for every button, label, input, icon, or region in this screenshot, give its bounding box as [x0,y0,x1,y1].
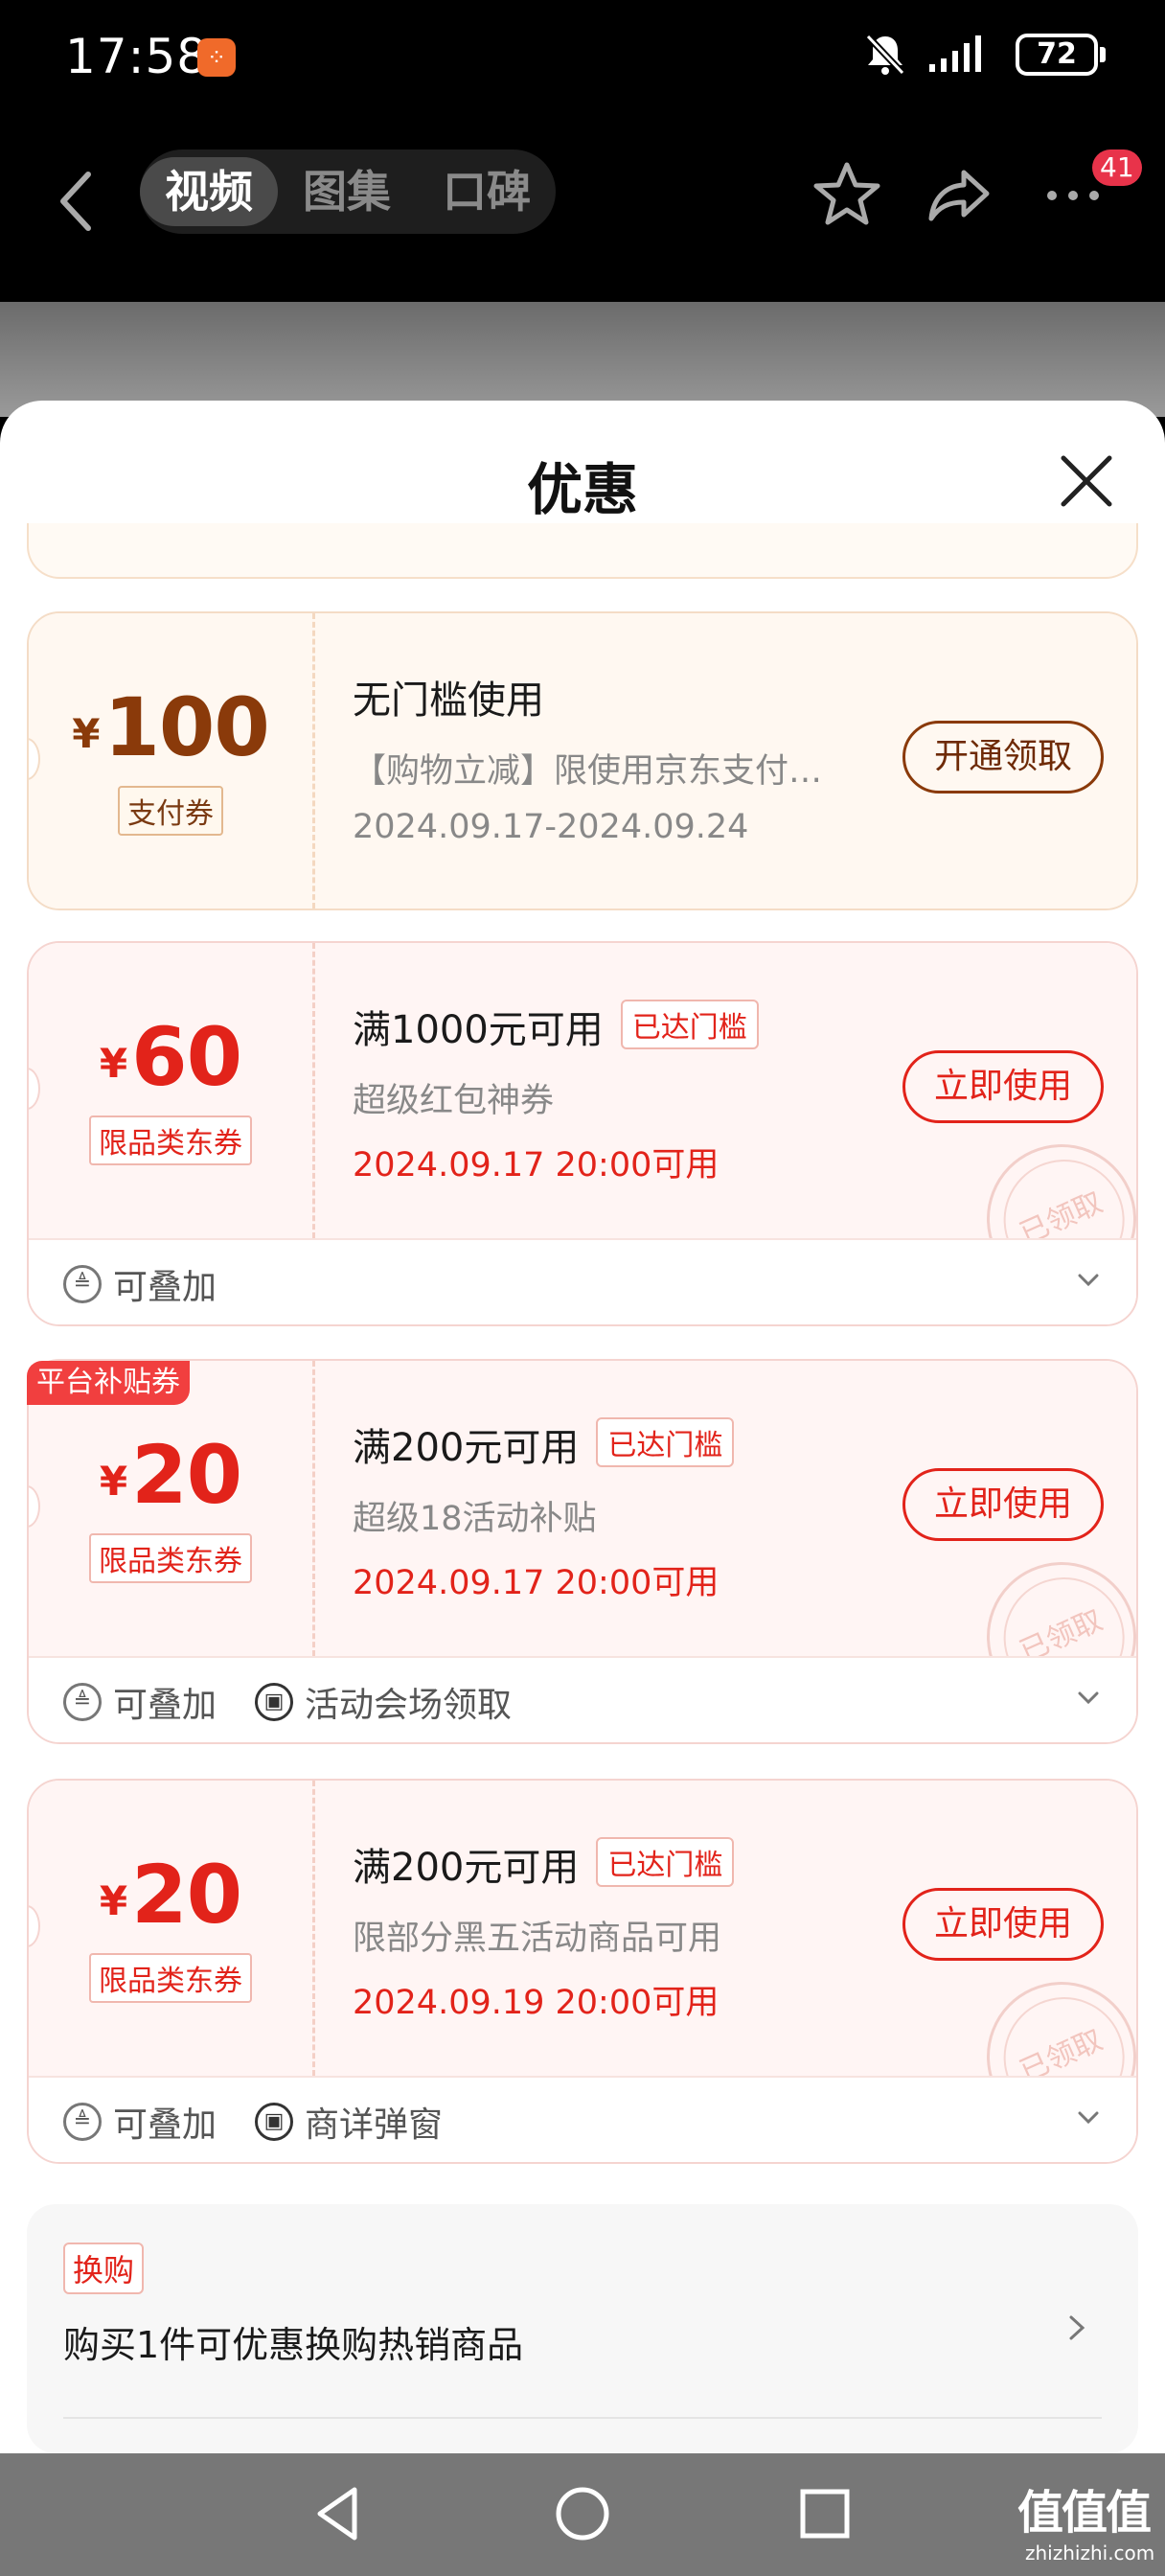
trade-in-offer[interactable]: 换购 购买1件可优惠换购热销商品 [27,2204,1138,2453]
watermark-url: zhizhizhi.com [1025,2542,1155,2564]
chevron-down-icon[interactable] [1077,1269,1100,1292]
watermark: 值值值 [1017,2486,1152,2540]
tab-gallery[interactable]: 图集 [303,157,391,226]
source-label: ▣ 商详弹窗 [255,2097,443,2147]
trade-in-text: 购买1件可优惠换购热销商品 [63,2324,524,2366]
home-circle-icon[interactable] [549,2480,616,2547]
previous-coupon-edge [27,523,1138,579]
coupon-card: ¥60 限品类东券 满1000元可用 已达门槛 超级红包神券 2024.09.17… [27,941,1138,1326]
coupon-date: 2024.09.17 20:00可用 [353,1564,720,1602]
ticket-icon: ▣ [255,1683,293,1721]
coupon-footer[interactable]: ≜ 可叠加 ▣ 活动会场领取 [29,1656,1136,1742]
coupon-amount: ¥100 [72,680,270,774]
discount-sheet: 优惠 ¥100 支付券 无门槛使用 【购物立减】限使用京东支付… 2024.09… [0,401,1165,2453]
coupon-body: ¥100 支付券 无门槛使用 【购物立减】限使用京东支付… 2024.09.17… [29,613,1136,908]
stack-icon: ≜ [63,1265,102,1303]
top-navigation: 视频 图集 口碑 41 [0,115,1165,302]
coupon-description: 【购物立减】限使用京东支付… [353,752,823,791]
use-now-button[interactable]: 立即使用 [902,1888,1104,1961]
media-tabs: 视频 图集 口碑 [140,150,556,234]
status-icons: 72 [864,33,1106,77]
signal-icon [929,35,981,72]
platform-subsidy-ribbon: 平台补贴券 [27,1361,190,1405]
coupon-date: 2024.09.17-2024.09.24 [353,808,749,846]
coupon-amount: ¥20 [99,1428,242,1522]
stackable-label: ≜ 可叠加 [63,2097,217,2147]
coupon-card: ¥20 限品类东券 满200元可用 已达门槛 限部分黑五活动商品可用 2024.0… [27,1779,1138,2164]
coupon-card: ¥100 支付券 无门槛使用 【购物立减】限使用京东支付… 2024.09.17… [27,611,1138,910]
coupon-card: ¥20 限品类东券 满200元可用 已达门槛 超级18活动补贴 2024.09.1… [27,1359,1138,1744]
coupon-description: 超级红包神券 [353,1082,555,1120]
source-label: ▣ 活动会场领取 [255,1677,512,1727]
coupon-type-tag: 限品类东券 [89,1533,252,1583]
stackable-label: ≜ 可叠加 [63,1677,217,1727]
coupon-body: ¥20 限品类东券 满200元可用 已达门槛 限部分黑五活动商品可用 2024.0… [29,1781,1136,2155]
coupon-type-tag: 限品类东券 [89,1953,252,2003]
share-icon[interactable] [925,159,994,228]
recent-apps-icon[interactable] [791,2480,858,2547]
coupon-title: 满200元可用 已达门槛 [353,1416,889,1472]
stack-icon: ≜ [63,2103,102,2141]
app-notification-icon: ⁘ [197,38,236,77]
chevron-down-icon[interactable] [1077,1687,1100,1710]
tab-reviews[interactable]: 口碑 [443,157,531,226]
back-triangle-icon[interactable] [307,2480,374,2547]
bell-muted-icon [865,34,905,76]
product-image-background [0,302,1165,417]
coupon-title: 满1000元可用 已达门槛 [353,999,889,1054]
threshold-reached-badge: 已达门槛 [620,1000,759,1049]
trade-in-tag: 换购 [63,2242,145,2294]
battery-icon: 72 [1016,34,1106,76]
coupon-footer[interactable]: ≜ 可叠加 [29,1238,1136,1324]
tab-video[interactable]: 视频 [140,157,278,226]
coupon-description: 超级18活动补贴 [353,1500,597,1538]
star-icon[interactable] [812,159,881,228]
coupon-type-tag: 支付券 [118,786,223,836]
coupon-description: 限部分黑五活动商品可用 [353,1920,722,1958]
notification-badge: 41 [1092,150,1142,186]
coupon-amount: ¥60 [99,1010,242,1104]
chevron-down-icon[interactable] [1077,2106,1100,2129]
coupon-type-tag: 限品类东券 [89,1116,252,1165]
stackable-label: ≜ 可叠加 [63,1259,217,1309]
ticket-icon: ▣ [255,2103,293,2141]
coupon-body: ¥20 限品类东券 满200元可用 已达门槛 超级18活动补贴 2024.09.1… [29,1361,1136,1736]
activate-claim-button[interactable]: 开通领取 [902,721,1104,794]
status-time: 17:58 [65,29,209,84]
coupon-footer[interactable]: ≜ 可叠加 ▣ 商详弹窗 [29,2076,1136,2162]
coupon-date: 2024.09.17 20:00可用 [353,1146,720,1184]
coupon-title: 满200元可用 已达门槛 [353,1836,889,1892]
close-icon[interactable] [1058,452,1115,510]
coupon-body: ¥60 限品类东券 满1000元可用 已达门槛 超级红包神券 2024.09.17… [29,943,1136,1318]
status-bar: 17:58 ⁘ 72 [0,0,1165,115]
threshold-reached-badge: 已达门槛 [596,1417,735,1467]
use-now-button[interactable]: 立即使用 [902,1050,1104,1123]
chevron-right-icon[interactable] [1065,2312,1088,2344]
coupon-amount: ¥20 [99,1848,242,1942]
stack-icon: ≜ [63,1683,102,1721]
sheet-title: 优惠 [526,457,638,522]
system-navigation-bar [0,2453,1165,2576]
coupon-date: 2024.09.19 20:00可用 [353,1984,720,2022]
threshold-reached-badge: 已达门槛 [596,1837,735,1887]
back-icon[interactable] [54,163,98,240]
use-now-button[interactable]: 立即使用 [902,1468,1104,1541]
coupon-title: 无门槛使用 [353,678,544,723]
